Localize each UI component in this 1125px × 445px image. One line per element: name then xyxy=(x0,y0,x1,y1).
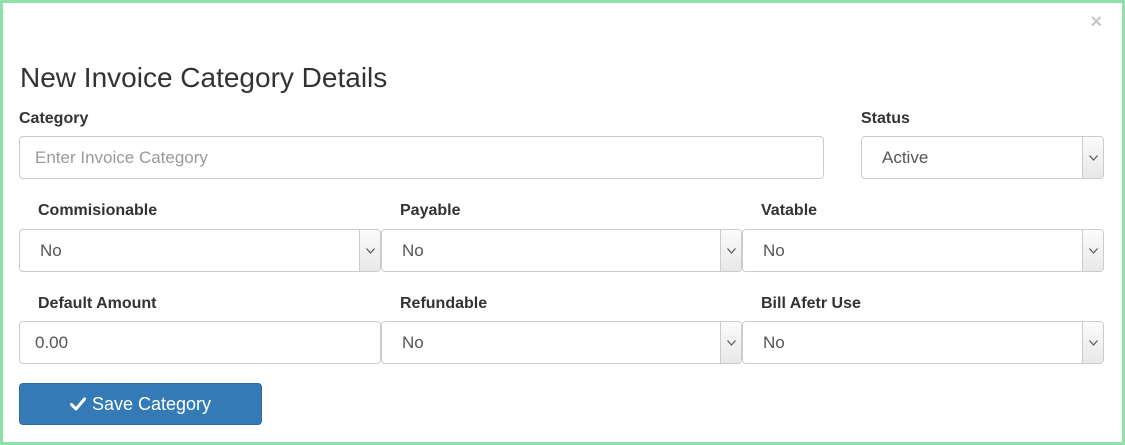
payable-select[interactable]: No xyxy=(381,229,742,272)
save-category-label: Save Category xyxy=(91,393,212,414)
chevron-down-icon xyxy=(359,230,380,271)
modal-title: New Invoice Category Details xyxy=(20,62,388,93)
refundable-value: No xyxy=(402,333,424,352)
payable-label: Payable xyxy=(400,202,461,219)
chevron-down-icon xyxy=(720,230,741,271)
chevron-down-icon xyxy=(1082,230,1103,271)
payable-value: No xyxy=(402,241,424,260)
chevron-down-icon xyxy=(1082,137,1103,178)
vatable-label: Vatable xyxy=(761,202,818,219)
status-value: Active xyxy=(882,148,929,167)
refundable-label: Refundable xyxy=(400,295,488,312)
category-input[interactable] xyxy=(19,136,824,179)
status-select[interactable]: Active xyxy=(861,136,1104,179)
status-label: Status xyxy=(861,110,910,127)
commisionable-select[interactable]: No xyxy=(19,229,381,272)
commisionable-label: Commisionable xyxy=(38,202,158,219)
close-icon[interactable]: × xyxy=(1090,12,1102,32)
refundable-select[interactable]: No xyxy=(381,321,742,364)
bill-after-use-value: No xyxy=(763,333,785,352)
save-category-button[interactable]: Save Category xyxy=(19,383,262,425)
commisionable-value: No xyxy=(40,241,62,260)
bill-after-use-select[interactable]: No xyxy=(742,321,1104,364)
default-amount-label: Default Amount xyxy=(38,295,157,312)
invoice-category-modal: × New Invoice Category Details Category … xyxy=(0,0,1125,445)
default-amount-input[interactable] xyxy=(19,321,381,364)
bill-after-use-label: Bill Afetr Use xyxy=(761,295,861,312)
vatable-value: No xyxy=(763,241,785,260)
chevron-down-icon xyxy=(1082,322,1103,363)
category-label: Category xyxy=(19,110,89,127)
vatable-select[interactable]: No xyxy=(742,229,1104,272)
chevron-down-icon xyxy=(720,322,741,363)
check-icon xyxy=(69,397,86,411)
